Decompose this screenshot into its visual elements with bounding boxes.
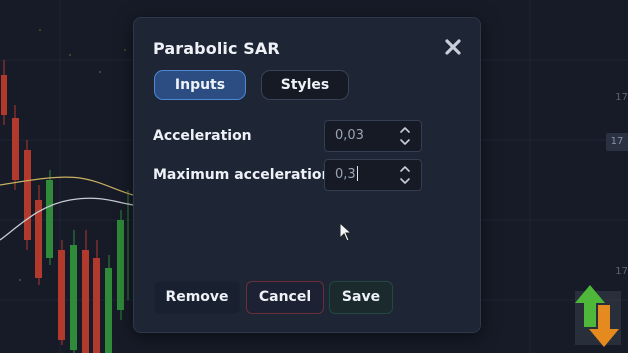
acceleration-stepper — [398, 125, 412, 147]
close-button[interactable] — [442, 36, 464, 58]
text-caret — [356, 166, 358, 181]
maximum-acceleration-value: 0,3 — [335, 167, 356, 182]
price-axis-tick: 17 — [615, 92, 628, 103]
cancel-button[interactable]: Cancel — [246, 281, 324, 314]
indicator-settings-dialog: Parabolic SAR Inputs Styles Acceleration… — [133, 17, 481, 333]
up-down-arrows-logo — [575, 285, 621, 347]
close-icon — [445, 39, 461, 55]
chevron-up-icon[interactable] — [398, 125, 412, 135]
tab-styles[interactable]: Styles — [261, 70, 349, 100]
remove-button[interactable]: Remove — [154, 281, 240, 314]
save-button[interactable]: Save — [329, 281, 393, 314]
screen: 17 17 17 Parabolic SAR Inputs Styles Acc… — [0, 0, 628, 353]
price-axis-tick: 17 — [615, 266, 628, 277]
maximum-acceleration-stepper — [398, 164, 412, 186]
current-price-badge: 17 — [606, 133, 628, 151]
chevron-down-icon[interactable] — [398, 176, 412, 186]
maximum-acceleration-value-wrap: 0,3 — [335, 160, 358, 190]
dialog-title: Parabolic SAR — [153, 39, 280, 58]
acceleration-input[interactable]: 0,03 — [324, 120, 422, 152]
mouse-pointer-icon — [339, 222, 353, 242]
maximum-acceleration-input[interactable]: 0,3 — [324, 159, 422, 191]
chevron-down-icon[interactable] — [398, 137, 412, 147]
chevron-up-icon[interactable] — [398, 164, 412, 174]
tab-inputs[interactable]: Inputs — [154, 70, 246, 100]
maximum-acceleration-label: Maximum acceleration — [153, 167, 332, 183]
acceleration-label: Acceleration — [153, 128, 252, 144]
acceleration-value: 0,03 — [335, 128, 364, 143]
